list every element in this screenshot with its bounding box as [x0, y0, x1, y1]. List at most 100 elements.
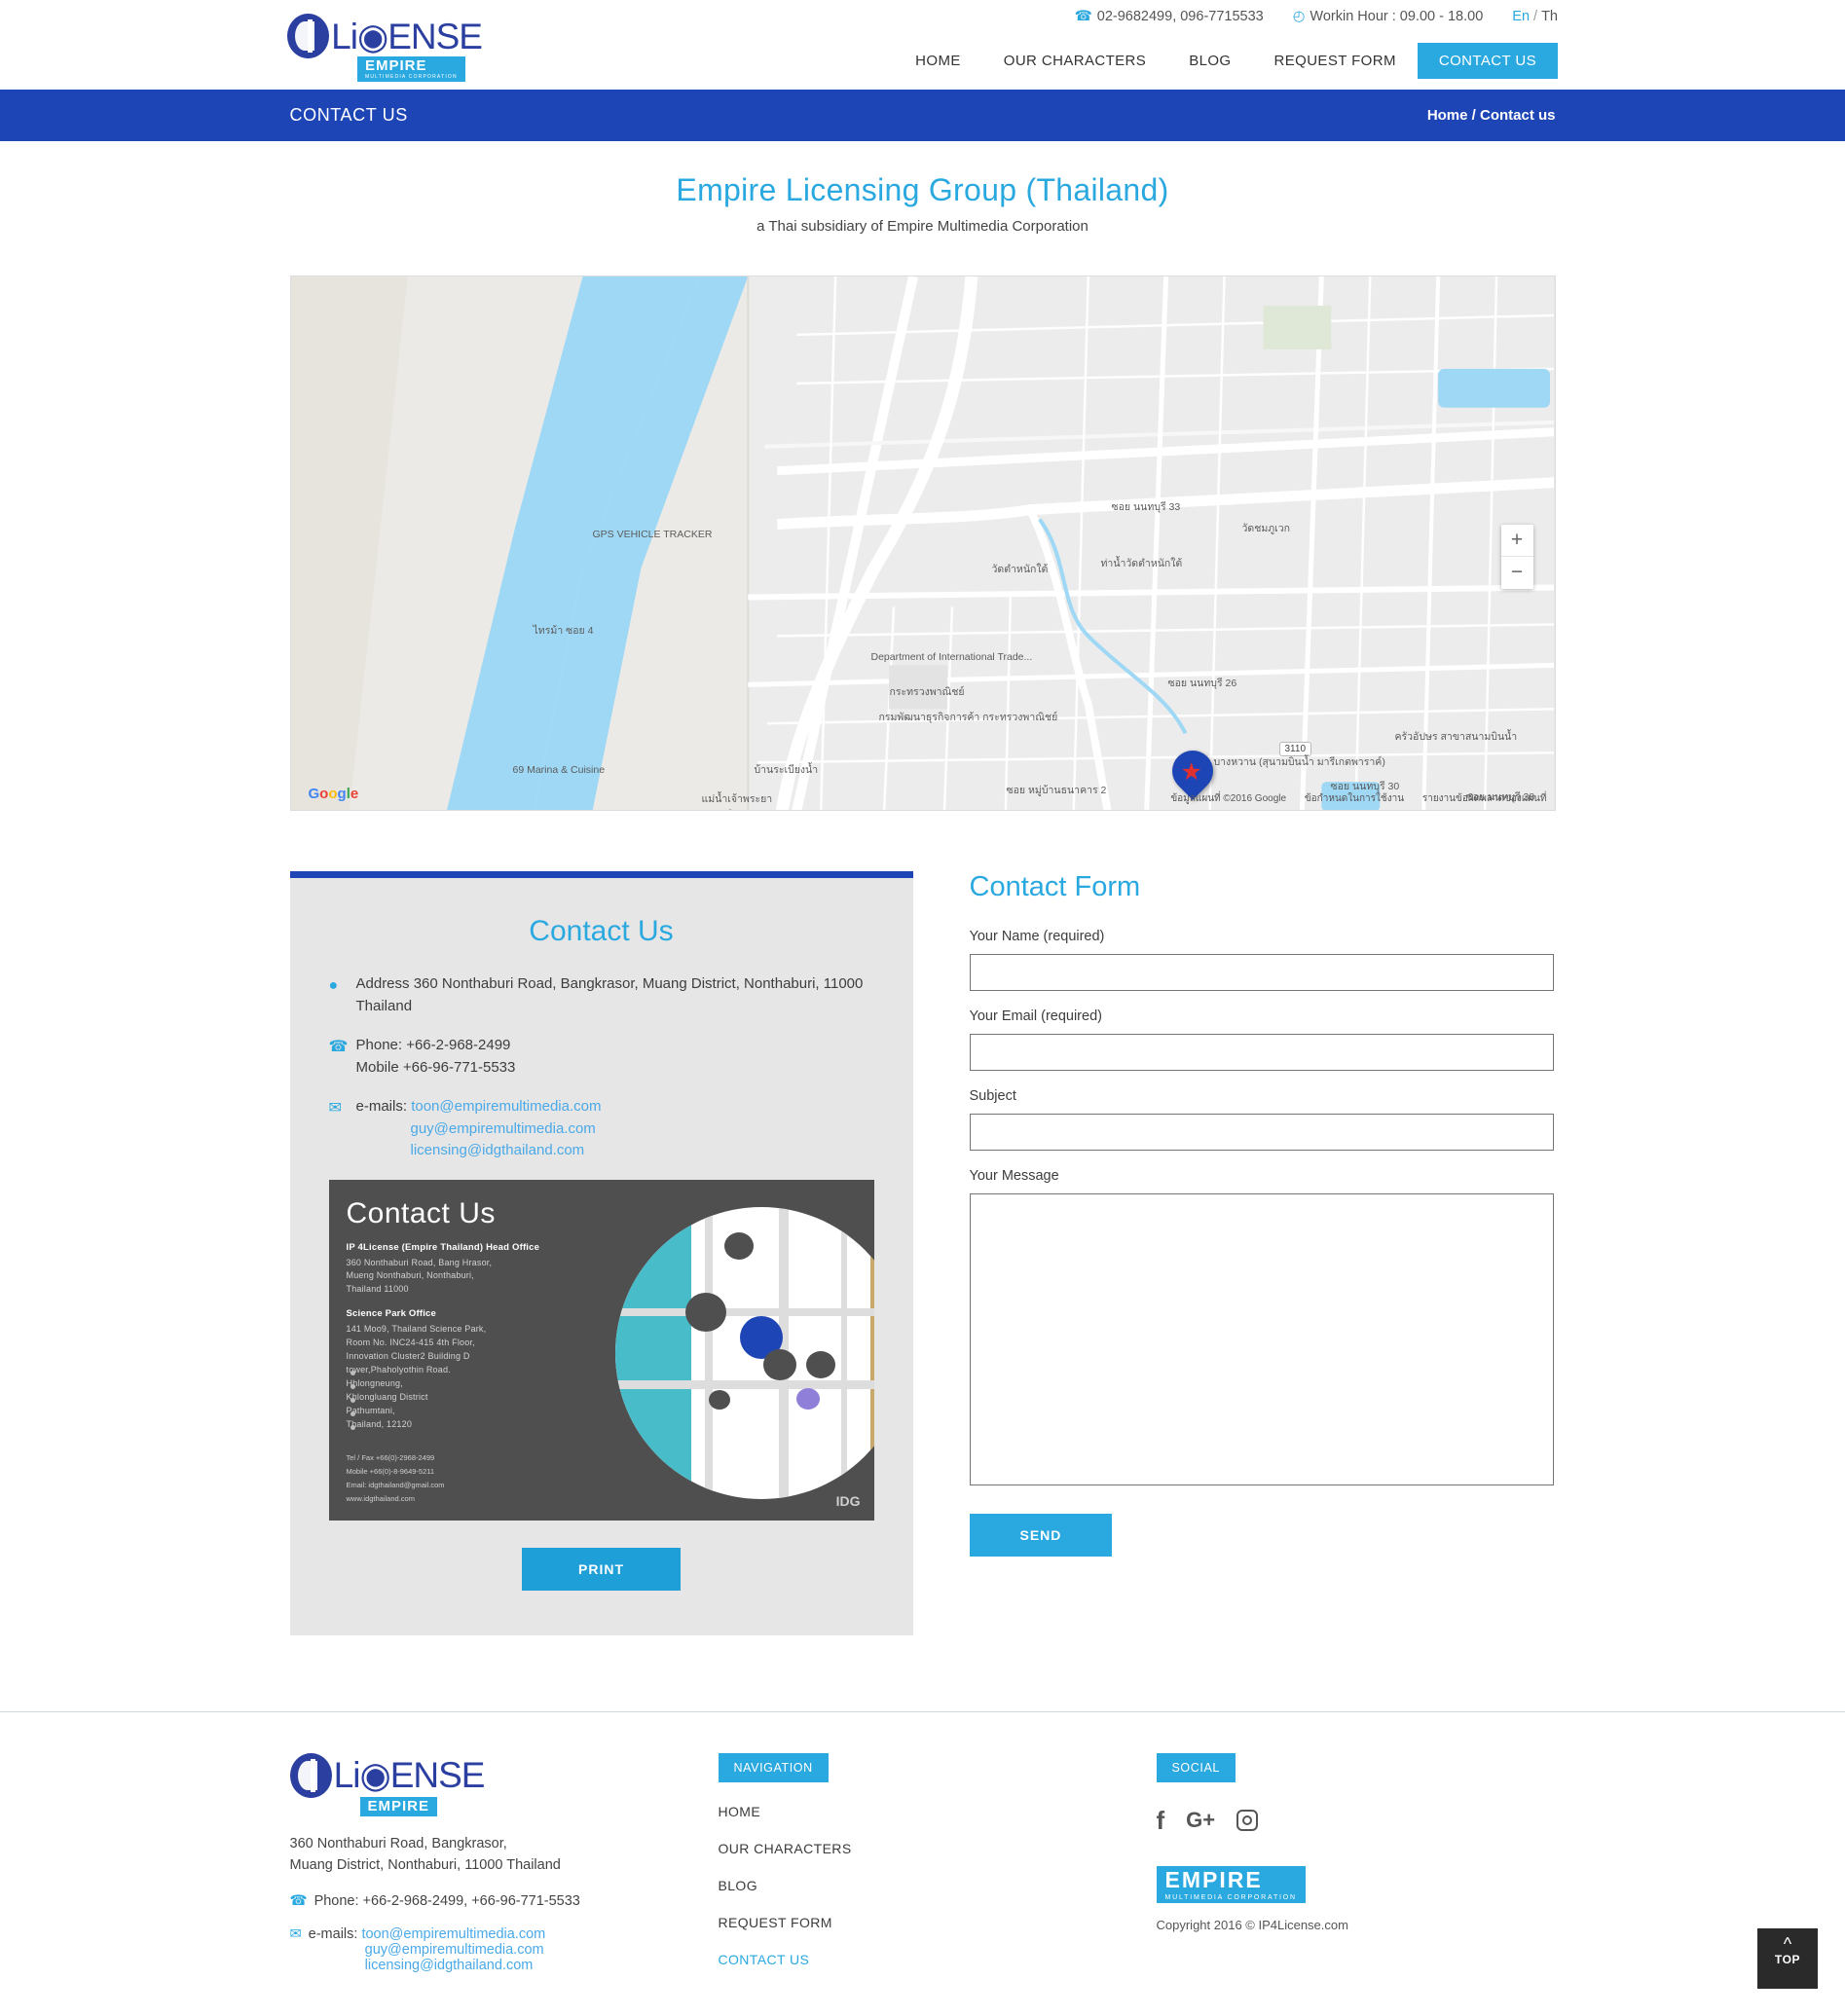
contact-address: Address 360 Nonthaburi Road, Bangkrasor,… [356, 973, 874, 1017]
phone-icon: ☎ [329, 1035, 356, 1079]
page-subtitle: a Thai subsidiary of Empire Multimedia C… [0, 218, 1845, 235]
phone-icon: ☎ [1075, 9, 1092, 24]
map-label: ซอย นนทบุรี 30 [1331, 778, 1400, 794]
site-header: Li◉ENSE EMPIRE MULTIMEDIA CORPORATION ☎0… [0, 0, 1845, 90]
map-label: โรงเรียนวัดแคนอก [728, 807, 811, 811]
map-pin-icon: ● [329, 973, 356, 1017]
footer-email-row: ✉ e-mails: toon@empiremultimedia.com guy… [290, 1926, 719, 1973]
map-label: ซอย หมู่บ้านธนาคาร 2 [1007, 782, 1107, 798]
contact-card-heading: Contact Us [329, 915, 874, 948]
contact-address-row: ● Address 360 Nonthaburi Road, Bangkraso… [329, 973, 874, 1017]
contact-info-card: Contact Us ● Address 360 Nonthaburi Road… [290, 871, 913, 1635]
map-zoom-in-button[interactable]: + [1501, 525, 1533, 557]
lang-en-link[interactable]: En [1512, 9, 1530, 24]
main-navigation[interactable]: HOME OUR CHARACTERS BLOG REQUEST FORM CO… [894, 43, 1558, 79]
map-label: แม่น้ำเจ้าพระยา [702, 790, 773, 807]
nav-item-home[interactable]: HOME [894, 45, 982, 77]
flyer-tel: Tel / Fax +66(0)-2968-2499 [347, 1451, 445, 1465]
footer-phone-row: ☎ Phone: +66-2-968-2499, +66-96-771-5533 [290, 1893, 719, 1909]
footer-nav-contact-us[interactable]: CONTACT US [719, 1952, 1157, 1967]
logo-mark-icon [290, 1753, 332, 1798]
lang-th-link[interactable]: Th [1541, 9, 1558, 24]
back-to-top-button[interactable]: ^ TOP [1757, 1928, 1818, 1989]
send-button[interactable]: SEND [970, 1514, 1113, 1557]
logo-empire-sub: MULTIMEDIA CORPORATION [365, 74, 458, 80]
envelope-icon: ✉ [290, 1926, 302, 1973]
footer-logo-primary: Li [334, 1755, 360, 1795]
map-zoom-out-button[interactable]: − [1501, 557, 1533, 589]
footer-logo-secondary: ENSE [390, 1755, 485, 1795]
nav-item-request-form[interactable]: REQUEST FORM [1253, 45, 1418, 77]
site-footer: Li◉ENSE EMPIRE 360 Nonthaburi Road, Bang… [290, 1712, 1556, 1989]
contact-form: Contact Form Your Name (required) Your E… [970, 871, 1554, 1557]
footer-email-link[interactable]: guy@empiremultimedia.com [365, 1942, 544, 1958]
contact-phone-row: ☎ Phone: +66-2-968-2499 Mobile +66-96-77… [329, 1035, 874, 1079]
logo-empire-badge: EMPIRE MULTIMEDIA CORPORATION [357, 56, 465, 82]
label-your-name: Your Name (required) [970, 929, 1554, 944]
contact-email-link[interactable]: guy@empiremultimedia.com [411, 1120, 596, 1137]
google-logo: Google [309, 786, 359, 802]
flyer-mobile: Mobile +66(0)-8-9649-5211 [347, 1465, 445, 1479]
content-area: Contact Us ● Address 360 Nonthaburi Road… [290, 871, 1556, 1635]
breadcrumb[interactable]: Home / Contact us [1427, 107, 1556, 124]
map-label: วัดชมภูเวก [1242, 520, 1291, 536]
map-zoom-controls[interactable]: + − [1501, 525, 1533, 589]
nav-item-contact-us[interactable]: CONTACT US [1418, 43, 1558, 79]
header-contact-info: ☎02-9682499, 096-7715533 ◴Workin Hour : … [1050, 9, 1558, 24]
nav-item-our-characters[interactable]: OUR CHARACTERS [982, 45, 1167, 77]
map-credit-terms: ข้อกำหนดในการใช้งาน [1305, 793, 1404, 804]
footer-navigation[interactable]: HOME OUR CHARACTERS BLOG REQUEST FORM CO… [719, 1804, 1157, 1967]
logo-text-primary: Li [331, 17, 357, 56]
contact-email-link[interactable]: licensing@idgthailand.com [411, 1142, 585, 1158]
footer-empire-sub: MULTIMEDIA CORPORATION [1165, 1893, 1297, 1902]
header-phone: ☎02-9682499, 096-7715533 [1075, 9, 1264, 24]
logo-wordmark: Li◉ENSE [331, 18, 482, 55]
social-links[interactable]: f G+ [1157, 1808, 1556, 1833]
subject-input[interactable] [970, 1114, 1554, 1151]
facebook-icon[interactable]: f [1157, 1808, 1165, 1833]
page-title-banner: CONTACT US [290, 105, 408, 126]
footer-logo-badge: EMPIRE [360, 1797, 438, 1816]
footer-nav-our-characters[interactable]: OUR CHARACTERS [719, 1841, 1157, 1856]
map-label: ท่าน้ำวัดตำหนักใต้ [1101, 555, 1183, 571]
footer-address-line2: Muang District, Nonthaburi, 11000 Thaila… [290, 1854, 719, 1876]
google-plus-icon[interactable]: G+ [1186, 1810, 1215, 1831]
footer-empire-badge: EMPIRE MULTIMEDIA CORPORATION [1157, 1866, 1306, 1903]
nav-item-blog[interactable]: BLOG [1167, 45, 1252, 77]
footer-logo[interactable]: Li◉ENSE EMPIRE [290, 1753, 485, 1814]
field-subject: Subject [970, 1088, 1554, 1151]
footer-nav-blog[interactable]: BLOG [719, 1878, 1157, 1893]
google-map[interactable]: ★ 3110 3110 + − Google ข้อมูลแผนที่ ©201… [290, 275, 1556, 811]
footer-address-line1: 360 Nonthaburi Road, Bangkrasor, [290, 1833, 719, 1854]
flyer-bullet-list [351, 1371, 355, 1439]
map-graphic [291, 276, 1555, 811]
language-switcher[interactable]: En/Th [1512, 9, 1558, 24]
map-label: 69 Marina & Cuisine [513, 764, 606, 776]
map-label: Department of International Trade... [871, 651, 1033, 663]
footer-email-link[interactable]: licensing@idgthailand.com [365, 1958, 534, 1973]
map-label: ไทรม้า ซอย 4 [534, 622, 594, 639]
footer-email-link[interactable]: toon@empiremultimedia.com [361, 1926, 545, 1942]
contact-email-label: e-mails: [356, 1098, 408, 1115]
logo-text-secondary: ENSE [387, 17, 482, 56]
footer-nav-home[interactable]: HOME [719, 1804, 1157, 1819]
flyer-map-circle [615, 1207, 874, 1499]
phone-icon: ☎ [290, 1893, 308, 1909]
footer-nav-request-form[interactable]: REQUEST FORM [719, 1915, 1157, 1930]
map-label: บางหวาน (สุนามบินน้ำ มารีเกตพาราค์) [1214, 753, 1385, 770]
instagram-icon[interactable] [1236, 1810, 1258, 1831]
contact-flyer-image[interactable]: Contact Us IP 4License (Empire Thailand)… [329, 1180, 874, 1521]
your-name-input[interactable] [970, 954, 1554, 991]
field-your-message: Your Message [970, 1168, 1554, 1490]
your-email-input[interactable] [970, 1034, 1554, 1071]
header-hours: ◴Workin Hour : 09.00 - 18.00 [1293, 9, 1484, 24]
copyright-text: Copyright 2016 © IP4License.com [1157, 1918, 1556, 1932]
logo-mark-icon [287, 14, 329, 58]
footer-logo-wordmark: Li◉ENSE [334, 1757, 485, 1793]
print-button[interactable]: PRINT [522, 1548, 681, 1591]
your-message-textarea[interactable] [970, 1193, 1554, 1485]
contact-email-link[interactable]: toon@empiremultimedia.com [411, 1098, 601, 1115]
site-logo[interactable]: Li◉ENSE EMPIRE MULTIMEDIA CORPORATION [287, 14, 482, 74]
flyer-contact-lines: Tel / Fax +66(0)-2968-2499 Mobile +66(0)… [347, 1451, 445, 1507]
breadcrumb-bar: CONTACT US Home / Contact us [0, 90, 1845, 141]
